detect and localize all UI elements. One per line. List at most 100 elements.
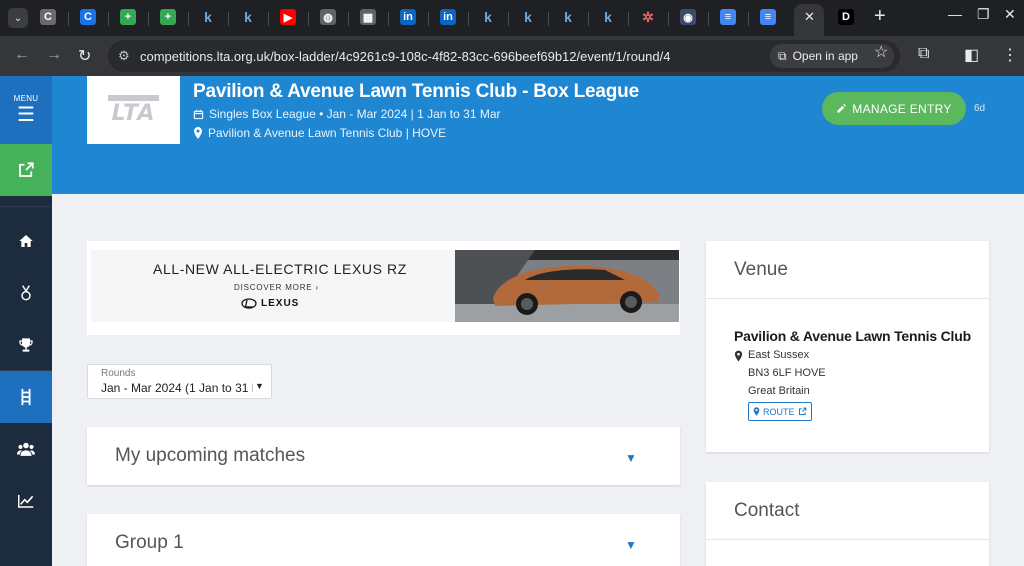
upcoming-matches-panel[interactable]: My upcoming matches ▼ bbox=[87, 427, 680, 485]
tab-favicon-icon[interactable]: k bbox=[560, 9, 576, 25]
close-window-icon[interactable]: ✕ bbox=[1004, 6, 1016, 23]
tab-separator bbox=[428, 12, 429, 26]
map-pin-icon bbox=[753, 407, 760, 416]
extensions-icon[interactable]: ⧉ bbox=[918, 45, 929, 63]
new-tab-icon[interactable]: + bbox=[874, 5, 886, 28]
menu-button[interactable]: MENU ☰ bbox=[0, 76, 52, 144]
side-panel-icon[interactable]: ◧ bbox=[964, 45, 979, 65]
lexus-logo-icon bbox=[241, 298, 257, 309]
rounds-label: Rounds bbox=[101, 368, 136, 379]
restore-icon[interactable]: ❐ bbox=[977, 6, 990, 23]
back-icon[interactable]: ← bbox=[14, 46, 30, 64]
tab-favicon-icon[interactable]: D bbox=[838, 9, 854, 25]
contact-card-header: Contact bbox=[706, 482, 989, 540]
tab-separator bbox=[348, 12, 349, 26]
event-header: LTA Pavilion & Avenue Lawn Tennis Club -… bbox=[52, 76, 1024, 194]
tab-favicon-icon[interactable]: k bbox=[600, 9, 616, 25]
tab-favicon-icon[interactable]: k bbox=[520, 9, 536, 25]
browser-tab-strip: ⌄ C C + + k k ▶ ◍ ▦ in in k k k k ✲ ◉ ≡ ≡ ✕ D + — ❐ ✕ bbox=[0, 0, 1024, 36]
caret-down-icon[interactable]: ▼ bbox=[255, 381, 264, 391]
page-title: Pavilion & Avenue Lawn Tennis Club - Box… bbox=[193, 81, 639, 102]
site-info-icon[interactable]: ⚙ bbox=[118, 48, 130, 64]
reload-icon[interactable]: ↻ bbox=[78, 46, 91, 66]
close-tab-icon[interactable]: ✕ bbox=[804, 9, 815, 25]
contact-card: Contact bbox=[706, 482, 989, 566]
hamburger-icon: ☰ bbox=[17, 104, 35, 126]
route-label: ROUTE bbox=[763, 406, 795, 417]
location-text: Pavilion & Avenue Lawn Tennis Club | HOV… bbox=[208, 126, 447, 140]
tab-favicon-icon[interactable]: C bbox=[80, 9, 96, 25]
venue-county: East Sussex bbox=[748, 349, 810, 361]
advert-brand: LEXUS bbox=[241, 298, 299, 309]
map-pin-icon bbox=[194, 127, 202, 139]
rounds-select[interactable]: Rounds Jan - Mar 2024 (1 Jan to 31 Mar) … bbox=[87, 364, 272, 399]
trophy-icon bbox=[19, 338, 33, 352]
tab-separator bbox=[108, 12, 109, 26]
event-info-line: Singles Box League • Jan - Mar 2024 | 1 … bbox=[193, 107, 501, 121]
route-button[interactable]: ROUTE bbox=[748, 402, 812, 421]
club-logo: LTA bbox=[87, 76, 180, 144]
contact-title: Contact bbox=[734, 500, 800, 521]
nav-box-ladder[interactable] bbox=[0, 371, 52, 423]
ladder-icon bbox=[21, 388, 31, 406]
tab-separator bbox=[628, 12, 629, 26]
tab-favicon-icon[interactable]: k bbox=[240, 9, 256, 25]
tab-favicon-icon[interactable]: k bbox=[480, 9, 496, 25]
tab-favicon-icon[interactable]: + bbox=[120, 9, 136, 25]
tab-favicon-icon[interactable]: ▶ bbox=[280, 9, 296, 25]
tab-separator bbox=[708, 12, 709, 26]
tab-separator bbox=[388, 12, 389, 26]
users-icon bbox=[17, 442, 35, 456]
venue-title: Venue bbox=[734, 259, 788, 280]
tab-favicon-icon[interactable]: ◍ bbox=[320, 9, 336, 25]
rounds-value[interactable]: Jan - Mar 2024 (1 Jan to 31 Mar) bbox=[101, 381, 253, 395]
tab-separator bbox=[668, 12, 669, 26]
caret-down-icon[interactable]: ▼ bbox=[625, 451, 637, 465]
forward-icon[interactable]: → bbox=[46, 46, 62, 64]
group-1-panel[interactable]: Group 1 ▼ bbox=[87, 514, 680, 566]
minimize-icon[interactable]: — bbox=[948, 6, 962, 22]
tab-separator bbox=[588, 12, 589, 26]
url-text[interactable]: competitions.lta.org.uk/box-ladder/4c926… bbox=[140, 49, 670, 64]
external-link-icon bbox=[798, 407, 806, 415]
tab-favicon-icon[interactable]: k bbox=[200, 9, 216, 25]
bookmark-star-icon[interactable]: ☆ bbox=[874, 42, 888, 62]
tab-favicon-icon[interactable]: ▦ bbox=[360, 9, 376, 25]
tab-favicon-icon[interactable]: in bbox=[400, 9, 416, 25]
manage-entry-button[interactable]: MANAGE ENTRY bbox=[822, 92, 966, 125]
lta-logo-text: LTA bbox=[107, 94, 160, 126]
nav-competitions[interactable] bbox=[0, 319, 52, 371]
map-pin-icon bbox=[734, 350, 743, 362]
venue-postcode: BN3 6LF HOVE bbox=[748, 367, 826, 379]
tab-favicon-icon[interactable]: + bbox=[160, 9, 176, 25]
tab-favicon-icon[interactable]: ≡ bbox=[720, 9, 736, 25]
nav-home[interactable] bbox=[0, 215, 52, 267]
location-line: Pavilion & Avenue Lawn Tennis Club | HOV… bbox=[193, 126, 446, 140]
tab-favicon-icon[interactable]: ✲ bbox=[640, 9, 656, 25]
more-menu-icon[interactable]: ⋮ bbox=[1002, 45, 1018, 65]
nav-members[interactable] bbox=[0, 423, 52, 475]
nav-rankings[interactable] bbox=[0, 267, 52, 319]
external-link-icon bbox=[19, 162, 34, 177]
tab-favicon-icon[interactable]: C bbox=[40, 9, 56, 25]
venue-country: Great Britain bbox=[748, 385, 810, 397]
tab-favicon-icon[interactable]: ≡ bbox=[760, 9, 776, 25]
address-bar[interactable]: ⚙ competitions.lta.org.uk/box-ladder/4c9… bbox=[108, 40, 900, 72]
tab-search-chevron-icon[interactable]: ⌄ bbox=[8, 8, 28, 28]
tab-favicon-icon[interactable]: ◉ bbox=[680, 9, 696, 25]
pencil-icon bbox=[837, 103, 847, 113]
nav-stats[interactable] bbox=[0, 475, 52, 527]
tab-separator bbox=[148, 12, 149, 26]
lexus-advert[interactable]: ALL-NEW ALL-ELECTRIC LEXUS RZ DISCOVER M… bbox=[87, 241, 680, 335]
tab-separator bbox=[548, 12, 549, 26]
tab-separator bbox=[228, 12, 229, 26]
advert-headline: ALL-NEW ALL-ELECTRIC LEXUS RZ bbox=[153, 261, 407, 277]
tab-favicon-icon[interactable]: in bbox=[440, 9, 456, 25]
open-in-app-label: Open in app bbox=[792, 49, 858, 63]
line-chart-icon bbox=[18, 495, 34, 508]
tab-separator bbox=[508, 12, 509, 26]
caret-down-icon[interactable]: ▼ bbox=[625, 538, 637, 552]
advert-discover-more[interactable]: DISCOVER MORE › bbox=[234, 283, 319, 292]
external-link-button[interactable] bbox=[0, 144, 52, 196]
advert-banner[interactable]: ALL-NEW ALL-ELECTRIC LEXUS RZ DISCOVER M… bbox=[91, 250, 679, 322]
